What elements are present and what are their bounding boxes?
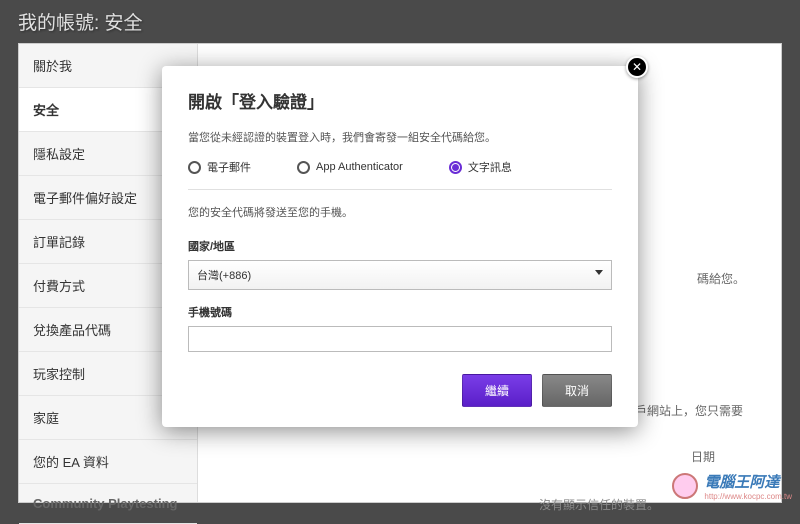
- modal-description: 當您從未經認證的裝置登入時，我們會寄發一組安全代碼給您。: [188, 129, 612, 145]
- modal-title: 開啟「登入驗證」: [188, 88, 612, 113]
- verification-method-group: 電子郵件 App Authenticator 文字訊息: [188, 159, 612, 175]
- radio-option-email[interactable]: 電子郵件: [188, 159, 251, 175]
- modal-button-row: 繼續 取消: [188, 374, 612, 407]
- radio-icon: [188, 161, 201, 174]
- country-select-value: 台灣(+886): [197, 270, 251, 282]
- radio-icon: [449, 161, 462, 174]
- country-select[interactable]: 台灣(+886): [188, 260, 612, 290]
- sms-note: 您的安全代碼將發送至您的手機。: [188, 204, 612, 220]
- radio-icon: [297, 161, 310, 174]
- radio-label: 電子郵件: [207, 159, 251, 175]
- phone-input[interactable]: [188, 326, 612, 352]
- divider: [188, 189, 612, 190]
- login-verification-modal: ✕ 開啟「登入驗證」 當您從未經認證的裝置登入時，我們會寄發一組安全代碼給您。 …: [162, 66, 638, 427]
- country-label: 國家/地區: [188, 238, 612, 254]
- radio-option-sms[interactable]: 文字訊息: [449, 159, 512, 175]
- continue-button[interactable]: 繼續: [462, 374, 532, 407]
- watermark-url: http://www.kocpc.com.tw: [704, 492, 792, 501]
- watermark: 電腦王阿達 http://www.kocpc.com.tw: [672, 471, 792, 501]
- radio-label: App Authenticator: [316, 161, 403, 173]
- close-icon: ✕: [632, 60, 642, 74]
- close-button[interactable]: ✕: [626, 56, 648, 78]
- watermark-icon: [672, 473, 698, 499]
- phone-label: 手機號碼: [188, 304, 612, 320]
- cancel-button[interactable]: 取消: [542, 374, 612, 407]
- modal-overlay: ✕ 開啟「登入驗證」 當您從未經認證的裝置登入時，我們會寄發一組安全代碼給您。 …: [0, 0, 800, 505]
- radio-option-app[interactable]: App Authenticator: [297, 159, 403, 175]
- watermark-text: 電腦王阿達: [704, 471, 792, 492]
- radio-label: 文字訊息: [468, 159, 512, 175]
- chevron-down-icon: [595, 270, 603, 275]
